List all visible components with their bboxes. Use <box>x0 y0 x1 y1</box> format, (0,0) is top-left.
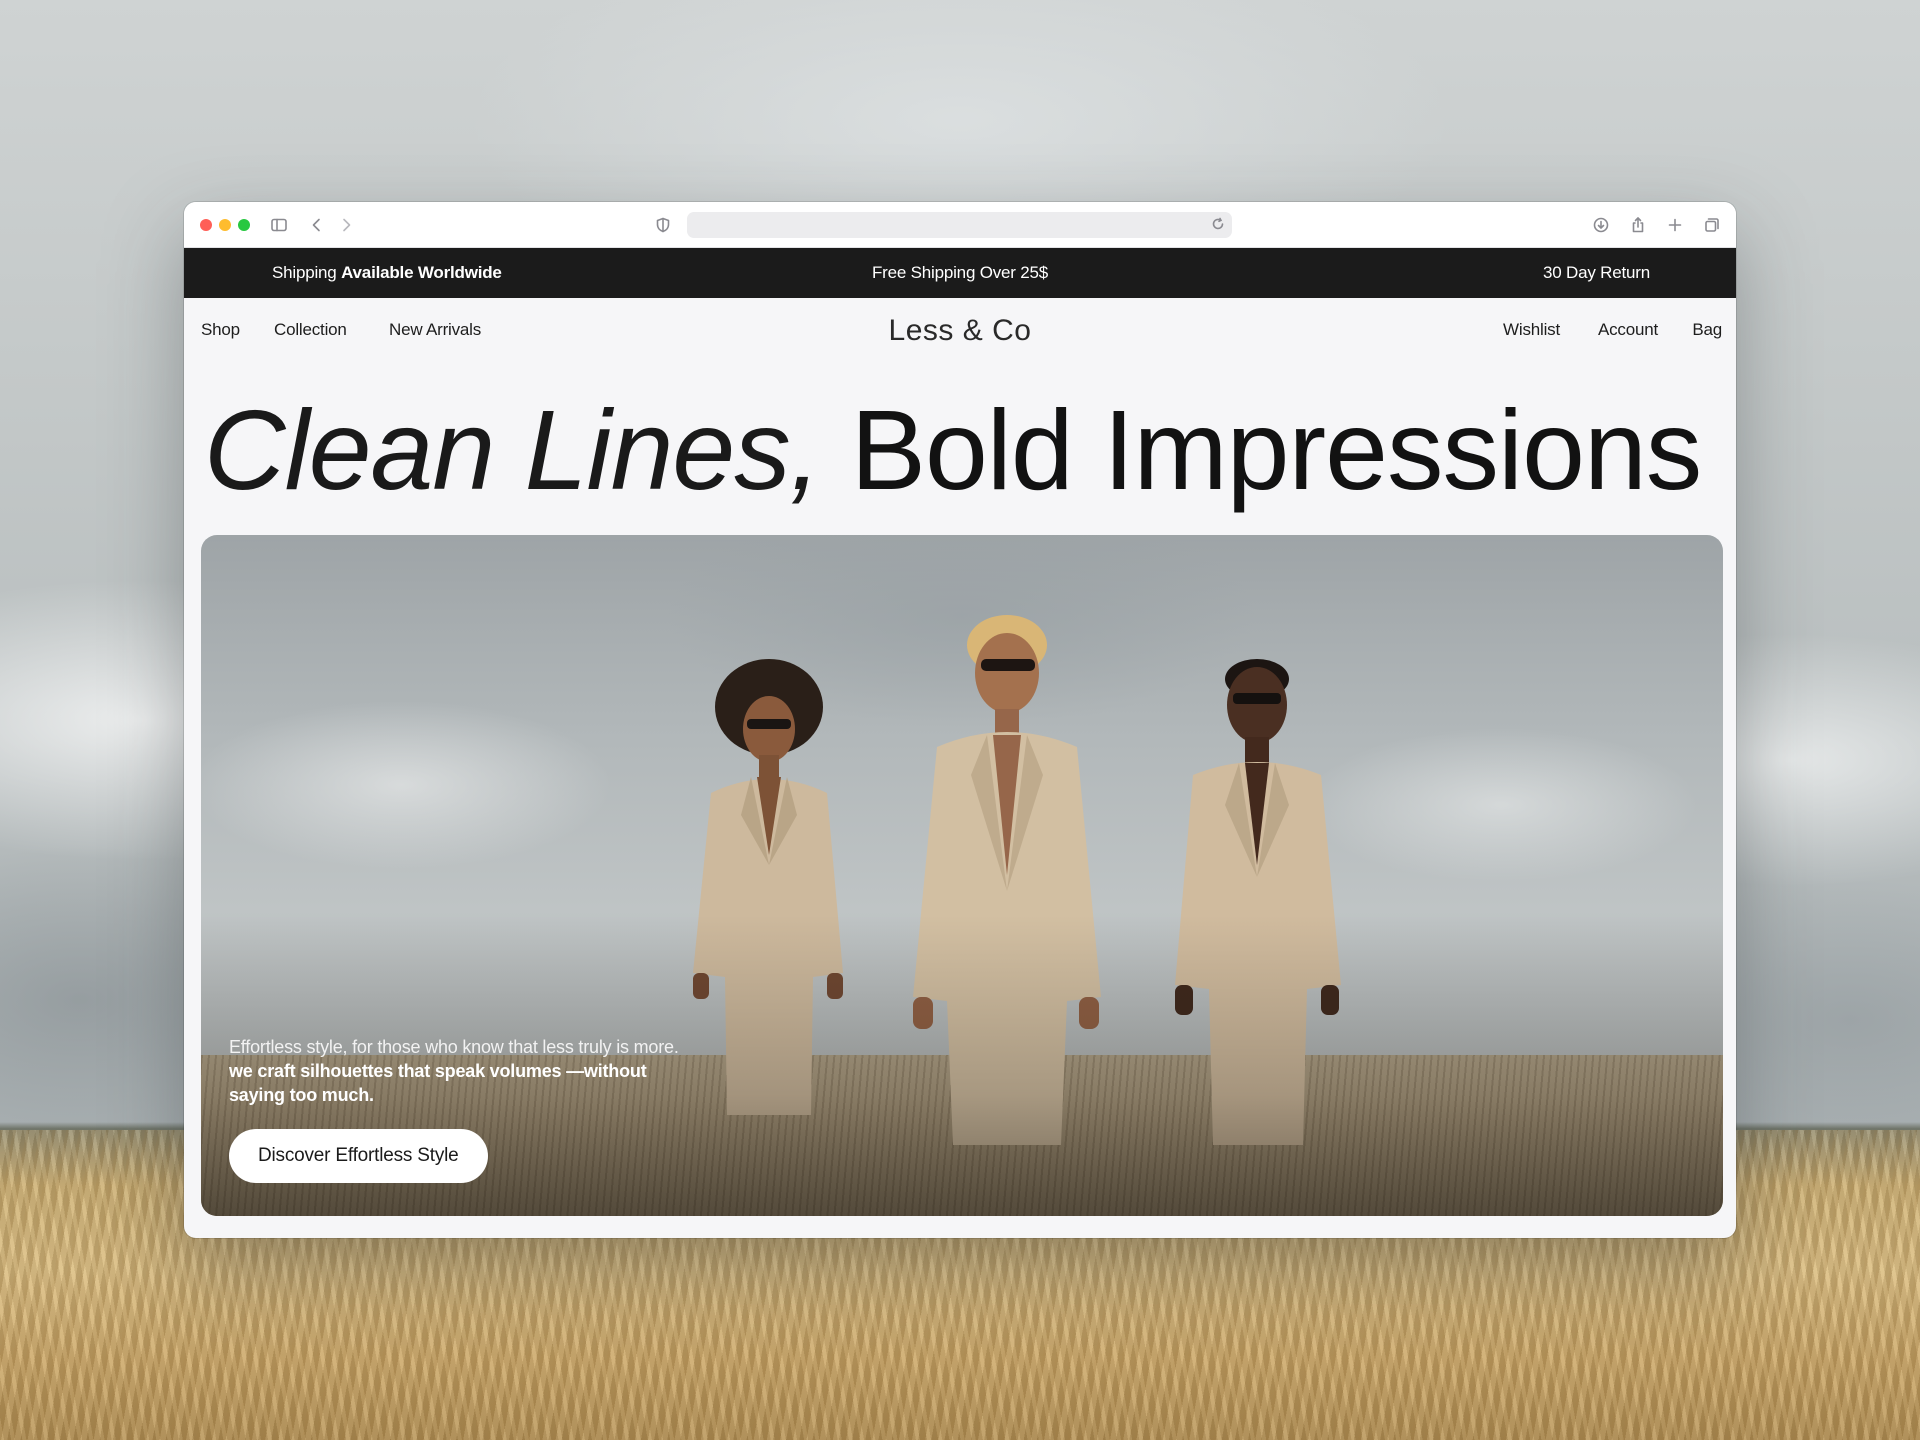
address-bar[interactable] <box>687 212 1232 238</box>
announcement-bar: Shipping Available Worldwide Free Shippi… <box>184 248 1736 298</box>
download-icon[interactable] <box>1589 213 1613 237</box>
announcement-returns: 30 Day Return <box>1542 263 1650 282</box>
reload-icon[interactable] <box>1211 217 1227 233</box>
headline-light: Clean Lines, <box>204 387 821 513</box>
hero-description: Effortless style, for those who know tha… <box>229 1035 699 1107</box>
shield-icon[interactable] <box>651 213 675 237</box>
nav-link-account[interactable]: Account <box>1598 320 1658 340</box>
chevron-left-icon[interactable] <box>305 213 329 237</box>
nav-link-wishlist[interactable]: Wishlist <box>1503 320 1560 340</box>
browser-window: Shipping Available Worldwide Free Shippi… <box>184 202 1736 1238</box>
maximize-window-button[interactable] <box>238 219 250 231</box>
browser-toolbar <box>184 202 1736 248</box>
plus-icon[interactable] <box>1663 213 1687 237</box>
chevron-right-icon[interactable] <box>334 213 358 237</box>
hero-description-regular: Effortless style, for those who know tha… <box>229 1037 679 1057</box>
tabs-overview-icon[interactable] <box>1700 213 1724 237</box>
hero-image: Effortless style, for those who know tha… <box>201 535 1723 1216</box>
nav-link-bag[interactable]: Bag <box>1692 320 1722 340</box>
hero-headline: Clean Lines, Bold Impressions <box>204 385 1724 515</box>
announcement-free-shipping: Free Shipping Over 25$ <box>871 263 1049 282</box>
site-nav: Shop Collection New Arrivals Less & Co W… <box>184 298 1736 368</box>
minimize-window-button[interactable] <box>219 219 231 231</box>
hero-description-bold: we craft silhouettes that speak volumes … <box>229 1061 647 1105</box>
share-icon[interactable] <box>1626 213 1650 237</box>
headline-bold: Bold Impressions <box>850 387 1703 513</box>
close-window-button[interactable] <box>200 219 212 231</box>
sidebar-icon[interactable] <box>267 213 291 237</box>
discover-style-button[interactable]: Discover Effortless Style <box>229 1129 488 1183</box>
